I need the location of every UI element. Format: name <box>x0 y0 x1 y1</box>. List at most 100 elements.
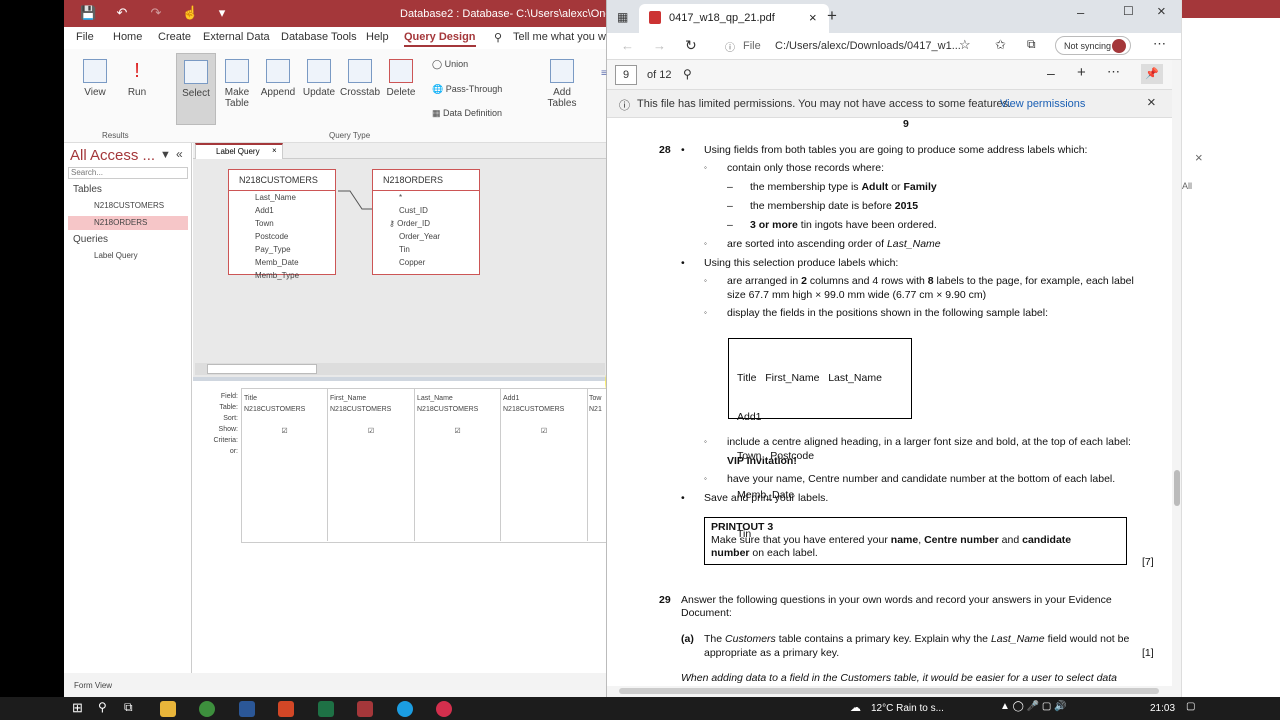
horizontal-scrollbar[interactable] <box>195 363 605 375</box>
show-checkbox[interactable]: ☑ <box>330 426 412 437</box>
tab-home[interactable]: Home <box>113 31 142 43</box>
grid-table[interactable]: N218CUSTOMERS <box>330 404 412 415</box>
grid-column[interactable]: Add1 N218CUSTOMERS ☑ <box>501 389 588 541</box>
pdf-menu-icon[interactable]: ≡ <box>601 68 607 79</box>
file-explorer-icon[interactable] <box>160 701 176 717</box>
system-tray-icons[interactable]: ▲ ◯ 🎤 ▢ 🔊 <box>1000 701 1067 712</box>
view-button[interactable]: View <box>72 53 118 98</box>
nav-section-tables[interactable]: Tables <box>73 184 102 195</box>
chevron-down-icon[interactable]: ▼ <box>160 149 171 161</box>
favorites-icon[interactable]: ✩ <box>995 37 1006 53</box>
show-checkbox[interactable]: ☑ <box>417 426 498 437</box>
customize-qat-icon[interactable]: ▾ <box>214 5 230 21</box>
pass-through-button[interactable]: 🌐 Pass-Through <box>432 84 502 95</box>
word-icon[interactable] <box>239 701 255 717</box>
pin-icon[interactable]: 📌 <box>1141 64 1163 84</box>
more-icon[interactable]: ⋯ <box>1153 36 1166 52</box>
field-item[interactable]: Memb_Date <box>229 256 335 269</box>
weather-text[interactable]: 12°C Rain to s... <box>871 703 944 714</box>
customers-table-box[interactable]: N218CUSTOMERS Last_Name Add1 Town Postco… <box>228 169 336 280</box>
field-item[interactable]: Add1 <box>229 204 335 217</box>
windows-start-icon[interactable]: ⊞ <box>72 700 83 716</box>
collapse-icon[interactable]: « <box>176 147 183 161</box>
field-item[interactable]: Memb_Type <box>229 269 335 282</box>
field-item[interactable]: Cust_ID <box>373 204 479 217</box>
recorder-icon[interactable] <box>436 701 452 717</box>
grid-column[interactable]: Last_Name N218CUSTOMERS ☑ <box>415 389 501 541</box>
scroll-thumb[interactable] <box>1174 470 1180 506</box>
grid-column[interactable]: Tow N21 <box>588 389 606 541</box>
grid-column[interactable]: First_Name N218CUSTOMERS ☑ <box>328 389 415 541</box>
notification-icon[interactable]: ▢ <box>1186 701 1195 712</box>
grid-table[interactable]: N218CUSTOMERS <box>244 404 325 415</box>
grid-table[interactable]: N21 <box>589 404 606 415</box>
nav-section-queries[interactable]: Queries <box>73 234 108 245</box>
add-tables-button[interactable]: Add Tables <box>538 53 586 109</box>
more-tools-icon[interactable]: ⋯ <box>1107 64 1120 80</box>
crosstab-button[interactable]: Crosstab <box>337 53 383 98</box>
touch-mode-icon[interactable]: ☝ <box>182 5 198 21</box>
close-tab-icon[interactable]: × <box>809 10 817 25</box>
data-definition-button[interactable]: ▦ Data Definition <box>432 108 502 119</box>
field-item[interactable]: Postcode <box>229 230 335 243</box>
close-window-icon[interactable]: × <box>1157 3 1166 20</box>
new-tab-icon[interactable]: + <box>827 6 837 26</box>
close-icon[interactable]: × <box>272 146 277 155</box>
zoom-in-icon[interactable]: + <box>1077 64 1086 81</box>
scroll-thumb[interactable] <box>619 688 1159 694</box>
task-view-icon[interactable]: ⧉ <box>124 700 133 715</box>
grid-field[interactable]: Last_Name <box>417 393 498 404</box>
field-item[interactable]: Tin <box>373 243 479 256</box>
back-icon[interactable]: ← <box>621 38 634 53</box>
close-banner-icon[interactable]: × <box>1147 94 1156 111</box>
grid-field[interactable]: First_Name <box>330 393 412 404</box>
field-item[interactable]: Town <box>229 217 335 230</box>
access-icon[interactable] <box>357 701 373 717</box>
grid-field[interactable]: Add1 <box>503 393 585 404</box>
show-checkbox[interactable]: ☑ <box>503 426 585 437</box>
search-icon[interactable]: ⚲ <box>98 700 107 714</box>
refresh-icon[interactable]: ↻ <box>685 37 697 54</box>
undo-icon[interactable]: ↶ <box>114 5 130 21</box>
redo-icon[interactable]: ↷ <box>148 5 164 21</box>
grid-column[interactable]: Title N218CUSTOMERS ☑ <box>242 389 328 541</box>
grid-table[interactable]: N218CUSTOMERS <box>417 404 498 415</box>
nav-item-n218orders[interactable]: N218ORDERS <box>68 216 188 230</box>
nav-search-input[interactable]: Search... <box>68 167 188 179</box>
close-icon[interactable]: × <box>1195 150 1203 165</box>
save-icon[interactable]: 💾 <box>80 5 96 21</box>
run-button[interactable]: ! Run <box>114 53 160 98</box>
tab-actions-icon[interactable]: ▦ <box>617 10 628 24</box>
search-icon[interactable]: ⚲ <box>683 67 692 81</box>
delete-button[interactable]: Delete <box>378 53 424 98</box>
pane-splitter[interactable] <box>193 377 606 381</box>
select-button[interactable]: Select <box>176 53 216 125</box>
minimize-icon[interactable]: – <box>1077 5 1084 20</box>
field-item[interactable]: Order_Year <box>373 230 479 243</box>
tell-me-box[interactable]: Tell me what you wa <box>513 31 606 43</box>
nav-item-n218customers[interactable]: N218CUSTOMERS <box>68 199 188 213</box>
show-checkbox[interactable]: ☑ <box>244 426 325 437</box>
forward-icon[interactable]: → <box>653 38 666 53</box>
sync-button[interactable]: Not syncing <box>1055 36 1131 55</box>
doc-tab-label-query[interactable]: Label Query × <box>195 143 283 159</box>
excel-icon[interactable] <box>318 701 334 717</box>
make-table-button[interactable]: Make Table <box>214 53 260 109</box>
scroll-thumb[interactable] <box>207 364 317 374</box>
field-item-primary-key[interactable]: ⚷ Order_ID <box>373 217 479 230</box>
tab-query-design[interactable]: Query Design <box>404 31 476 47</box>
union-button[interactable]: ◯ Union <box>432 59 468 70</box>
page-number-input[interactable]: 9 <box>615 65 637 85</box>
tab-external-data[interactable]: External Data <box>203 31 270 43</box>
browser-tab[interactable]: 0417_w18_qp_21.pdf × <box>639 4 829 33</box>
horizontal-scrollbar[interactable] <box>607 686 1182 697</box>
grid-field[interactable]: Title <box>244 393 325 404</box>
grid-table[interactable]: N218CUSTOMERS <box>503 404 585 415</box>
clock[interactable]: 21:03 <box>1150 703 1175 714</box>
field-item[interactable]: Pay_Type <box>229 243 335 256</box>
grid-field[interactable]: Tow <box>589 393 606 404</box>
favorite-icon[interactable]: ☆ <box>959 37 971 53</box>
maximize-icon[interactable]: ☐ <box>1123 4 1134 18</box>
nav-item-label-query[interactable]: Label Query <box>68 249 188 263</box>
tab-help[interactable]: Help <box>366 31 389 43</box>
